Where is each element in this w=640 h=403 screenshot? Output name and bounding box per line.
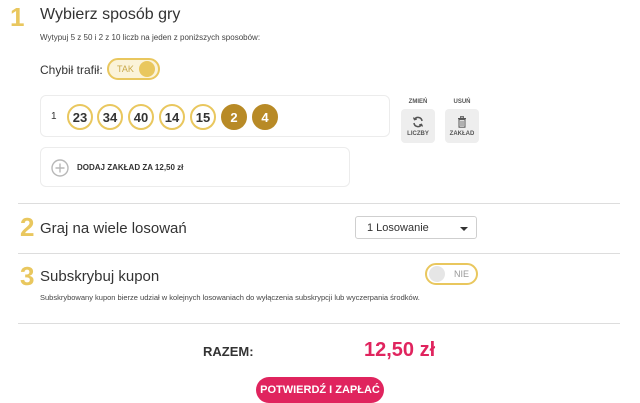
- divider: [18, 253, 620, 254]
- delete-label: USUŃ: [453, 99, 471, 105]
- toggle-knob: [139, 61, 155, 77]
- toggle-knob: [429, 266, 445, 282]
- trash-icon: [458, 115, 466, 128]
- quickpick-toggle[interactable]: TAK: [107, 58, 160, 80]
- chevron-down-icon: [460, 227, 468, 231]
- divider: [18, 203, 620, 204]
- change-button-label: LICZBY: [407, 130, 429, 137]
- number-ball: 14: [159, 104, 185, 130]
- step-3-title: Subskrybuj kupon: [40, 268, 160, 285]
- step-3-number: 3: [20, 261, 35, 291]
- number-ball: 15: [190, 104, 216, 130]
- number-ball: 34: [97, 104, 123, 130]
- delete-bet-group: USUŃ ZAKŁAD: [442, 99, 482, 147]
- bet-card: 1 23 34 40 14 15 2 4: [40, 95, 390, 137]
- draws-select[interactable]: 1 Losowanie: [355, 216, 477, 239]
- subscribe-toggle-label: NIE: [454, 269, 470, 279]
- quickpick-label: Chybił trafił:: [40, 63, 103, 77]
- delete-button-label: ZAKŁAD: [449, 130, 475, 137]
- plus-circle-icon: [51, 159, 69, 177]
- extra-number-ball: 2: [221, 104, 247, 130]
- add-bet-button[interactable]: DODAJ ZAKŁAD ZA 12,50 zł: [40, 147, 350, 187]
- step-1-title: Wybierz sposób gry: [40, 6, 181, 23]
- confirm-pay-button[interactable]: POTWIERDŹ I ZAPŁAĆ: [256, 377, 384, 403]
- total-label: RAZEM:: [203, 344, 254, 359]
- step-1-number: 1: [10, 2, 25, 32]
- change-numbers-group: ZMIEŃ LICZBY: [398, 99, 438, 147]
- draws-select-value: 1 Losowanie: [367, 222, 429, 234]
- extra-number-ball: 4: [252, 104, 278, 130]
- step-2-number: 2: [20, 212, 35, 242]
- refresh-icon: [412, 116, 424, 127]
- step-3-description: Subskrybowany kupon bierze udział w kole…: [40, 293, 420, 302]
- change-label: ZMIEŃ: [408, 99, 428, 105]
- quickpick-toggle-label: TAK: [117, 64, 134, 74]
- subscribe-toggle[interactable]: NIE: [425, 263, 478, 285]
- divider: [18, 323, 620, 324]
- step-2-title: Graj na wiele losowań: [40, 220, 187, 237]
- step-1-subtitle: Wytypuj 5 z 50 i 2 z 10 liczb na jeden z…: [40, 33, 261, 42]
- delete-bet-button[interactable]: ZAKŁAD: [445, 109, 479, 143]
- change-numbers-button[interactable]: LICZBY: [401, 109, 435, 143]
- total-amount: 12,50 zł: [364, 339, 436, 361]
- bet-index: 1: [51, 111, 57, 122]
- add-bet-label: DODAJ ZAKŁAD ZA 12,50 zł: [77, 163, 184, 172]
- number-ball: 40: [128, 104, 154, 130]
- number-ball: 23: [67, 104, 93, 130]
